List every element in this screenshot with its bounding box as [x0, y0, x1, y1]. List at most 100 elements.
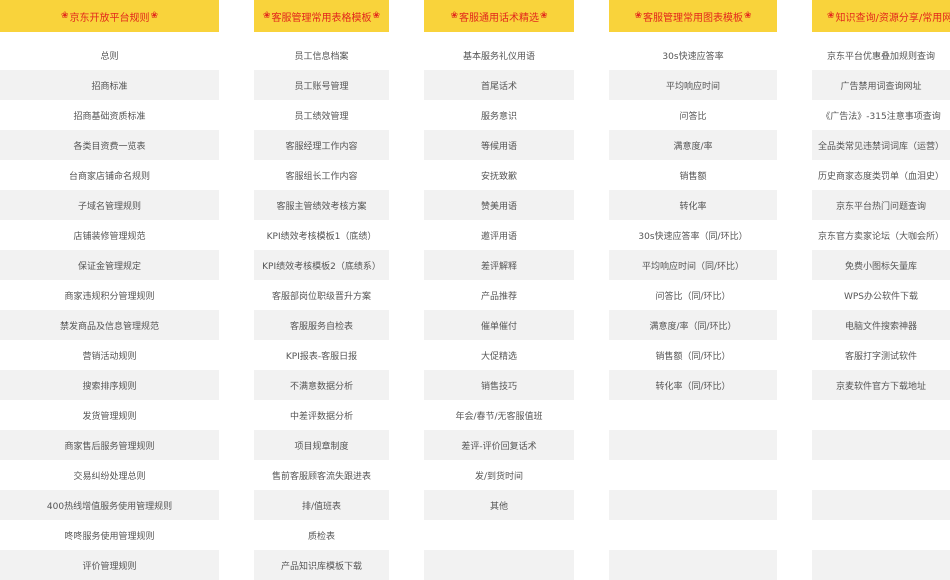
list-item-link[interactable]: 评价管理规则 — [0, 550, 219, 580]
list-item-link[interactable]: 免费小图标矢量库 — [812, 250, 950, 280]
list-item-link[interactable]: 员工绩效管理 — [254, 100, 389, 130]
list-item-link[interactable]: 项目规章制度 — [254, 430, 389, 460]
list-item-link[interactable]: 咚咚服务使用管理规则 — [0, 520, 219, 550]
list-item-link[interactable]: 销售额 — [609, 160, 777, 190]
link-list: 基本服务礼仪用语 首尾话术 服务意识 等候用语 安抚致歉 赞美用语 邀评用语 差评解释 产品推荐… — [424, 40, 574, 580]
list-item-link[interactable]: 售前客服顾客流失跟进表 — [254, 460, 389, 490]
list-item-empty — [609, 520, 777, 550]
list-item-link[interactable]: 《广告法》-315注意事项查询 — [812, 100, 950, 130]
list-item-link[interactable]: 客服主管绩效考核方案 — [254, 190, 389, 220]
list-item-link[interactable]: 京东官方卖家论坛（大咖会所） — [812, 220, 950, 250]
list-item-link[interactable]: 店铺装修管理规范 — [0, 220, 219, 250]
list-item-link[interactable]: 产品推荐 — [424, 280, 574, 310]
list-item-link[interactable]: 客服打字测试软件 — [812, 340, 950, 370]
list-item-link[interactable]: 问答比（同/环比） — [609, 280, 777, 310]
column-cs-scripts: ❀ 客服通用话术精选 ❀ 基本服务礼仪用语 首尾话术 服务意识 等候用语 安抚致歉 赞美用语邀… — [424, 0, 574, 580]
list-item-link[interactable]: 平均响应时间 — [609, 70, 777, 100]
flower-icon: ❀ — [827, 11, 835, 21]
list-item-link[interactable]: 商家售后服务管理规则 — [0, 430, 219, 460]
column-header: ❀ 客服管理常用图表模板 ❀ — [609, 0, 777, 32]
list-item-link[interactable]: 基本服务礼仪用语 — [424, 40, 574, 70]
list-item-link[interactable]: KPI报表-客服日报 — [254, 340, 389, 370]
list-item-empty — [424, 520, 574, 550]
list-item-link[interactable]: 首尾话术 — [424, 70, 574, 100]
list-item-link[interactable]: 交易纠纷处理总则 — [0, 460, 219, 490]
flower-icon: ❀ — [60, 11, 69, 21]
list-item-link[interactable]: 客服服务自检表 — [254, 310, 389, 340]
list-item-link[interactable]: 员工账号管理 — [254, 70, 389, 100]
list-item-link[interactable]: 发货管理规则 — [0, 400, 219, 430]
list-item-link[interactable]: 营销活动规则 — [0, 340, 219, 370]
list-item-link[interactable]: 客服部岗位职级晋升方案 — [254, 280, 389, 310]
list-item-link[interactable]: 等候用语 — [424, 130, 574, 160]
list-item-empty — [812, 520, 950, 550]
list-item-link[interactable]: 员工信息档案 — [254, 40, 389, 70]
list-item-link[interactable]: 发/到货时间 — [424, 460, 574, 490]
list-item-link[interactable]: WPS办公软件下载 — [812, 280, 950, 310]
list-item-link[interactable]: 销售额（同/环比） — [609, 340, 777, 370]
list-item-link[interactable]: 招商基础资质标准 — [0, 100, 219, 130]
list-item-link[interactable]: 子域名管理规则 — [0, 190, 219, 220]
list-item-link[interactable]: 赞美用语 — [424, 190, 574, 220]
list-item-link[interactable]: 台商家店铺命名规则 — [0, 160, 219, 190]
column-title: 客服通用话术精选 — [459, 12, 539, 24]
list-item-link[interactable]: 满意度/率 — [609, 130, 777, 160]
list-item-empty — [609, 430, 777, 460]
column-header: ❀ 客服管理常用表格模板 ❀ — [254, 0, 389, 32]
list-item-link[interactable]: 差评-评价回复话术 — [424, 430, 574, 460]
list-item-link[interactable]: 满意度/率（同/环比） — [609, 310, 777, 340]
column-title: 京东开放平台规则 — [69, 12, 150, 24]
column-knowledge-resources: ❀知识查询/资源分享/常用网址❀ 京东平台优惠叠加规则查询广告禁用词查询网址《广… — [812, 0, 950, 580]
list-item-link[interactable]: 排/值班表 — [254, 490, 389, 520]
list-item-link[interactable]: 客服经理工作内容 — [254, 130, 389, 160]
list-item-link[interactable]: 年会/春节/无客服值班 — [424, 400, 574, 430]
list-item-link[interactable]: 客服组长工作内容 — [254, 160, 389, 190]
column-title: 客服管理常用图表模板 — [643, 12, 743, 24]
list-item-link[interactable]: 广告禁用词查询网址 — [812, 70, 950, 100]
flower-icon: ❀ — [150, 11, 159, 21]
list-item-link[interactable]: 销售技巧 — [424, 370, 574, 400]
list-item-link[interactable]: 保证金管理规定 — [0, 250, 219, 280]
list-item-link[interactable]: 安抚致歉 — [424, 160, 574, 190]
list-item-link[interactable]: KPI绩效考核模板2（底绩系） — [254, 250, 389, 280]
list-item-link[interactable]: 其他 — [424, 490, 574, 520]
list-item-link[interactable]: 历史商家态度类罚单（血泪史） — [812, 160, 950, 190]
list-item-link[interactable]: 全品类常见违禁词词库（运营） — [812, 130, 950, 160]
list-item-link[interactable]: 30s快速应答率（同/环比） — [609, 220, 777, 250]
link-list: 员工信息档案 员工账号管理 员工绩效管理 客服经理工作内容 客服组长工作内容 客服主管绩效… — [254, 40, 389, 580]
list-item-link[interactable]: 搜索排序规则 — [0, 370, 219, 400]
list-item-link[interactable]: 大促精选 — [424, 340, 574, 370]
list-item-link[interactable]: 不满意数据分析 — [254, 370, 389, 400]
list-item-link[interactable]: 质检表 — [254, 520, 389, 550]
list-item-link[interactable]: 转化率（同/环比） — [609, 370, 777, 400]
list-item-link[interactable]: 总则 — [0, 40, 219, 70]
list-item-link[interactable]: 京东平台热门问题查询 — [812, 190, 950, 220]
list-item-link[interactable]: 服务意识 — [424, 100, 574, 130]
list-item-link[interactable]: 招商标准 — [0, 70, 219, 100]
list-item-link[interactable]: 产品知识库模板下载 — [254, 550, 389, 580]
list-item-empty — [812, 460, 950, 490]
list-item-link[interactable]: 各类目资费一览表 — [0, 130, 219, 160]
list-item-link[interactable]: KPI绩效考核模板1（底绩） — [254, 220, 389, 250]
column-header: ❀ 客服通用话术精选 ❀ — [424, 0, 574, 32]
list-item-link[interactable]: 差评解释 — [424, 250, 574, 280]
link-list: 30s快速应答率 平均响应时间 问答比 满意度/率 销售额 转化率 30s快速应答率（同/环… — [609, 40, 777, 580]
list-item-link[interactable]: 平均响应时间（同/环比） — [609, 250, 777, 280]
list-item-link[interactable]: 400热线增值服务使用管理规则 — [0, 490, 219, 520]
list-item-link[interactable]: 邀评用语 — [424, 220, 574, 250]
list-item-link[interactable]: 禁发商品及信息管理规范 — [0, 310, 219, 340]
flower-icon: ❀ — [450, 11, 458, 21]
column-header: ❀ 京东开放平台规则 ❀ — [0, 0, 219, 32]
list-item-link[interactable]: 30s快速应答率 — [609, 40, 777, 70]
list-item-link[interactable]: 转化率 — [609, 190, 777, 220]
list-item-link[interactable]: 中差评数据分析 — [254, 400, 389, 430]
list-item-link[interactable]: 商家违规积分管理规则 — [0, 280, 219, 310]
list-item-link[interactable]: 京东平台优惠叠加规则查询 — [812, 40, 950, 70]
list-item-link[interactable]: 电脑文件搜索神器 — [812, 310, 950, 340]
list-item-link[interactable]: 问答比 — [609, 100, 777, 130]
list-item-empty — [609, 490, 777, 520]
list-item-empty — [812, 490, 950, 520]
list-item-link[interactable]: 催单催付 — [424, 310, 574, 340]
list-item-empty — [424, 550, 574, 580]
list-item-link[interactable]: 京麦软件官方下载地址 — [812, 370, 950, 400]
